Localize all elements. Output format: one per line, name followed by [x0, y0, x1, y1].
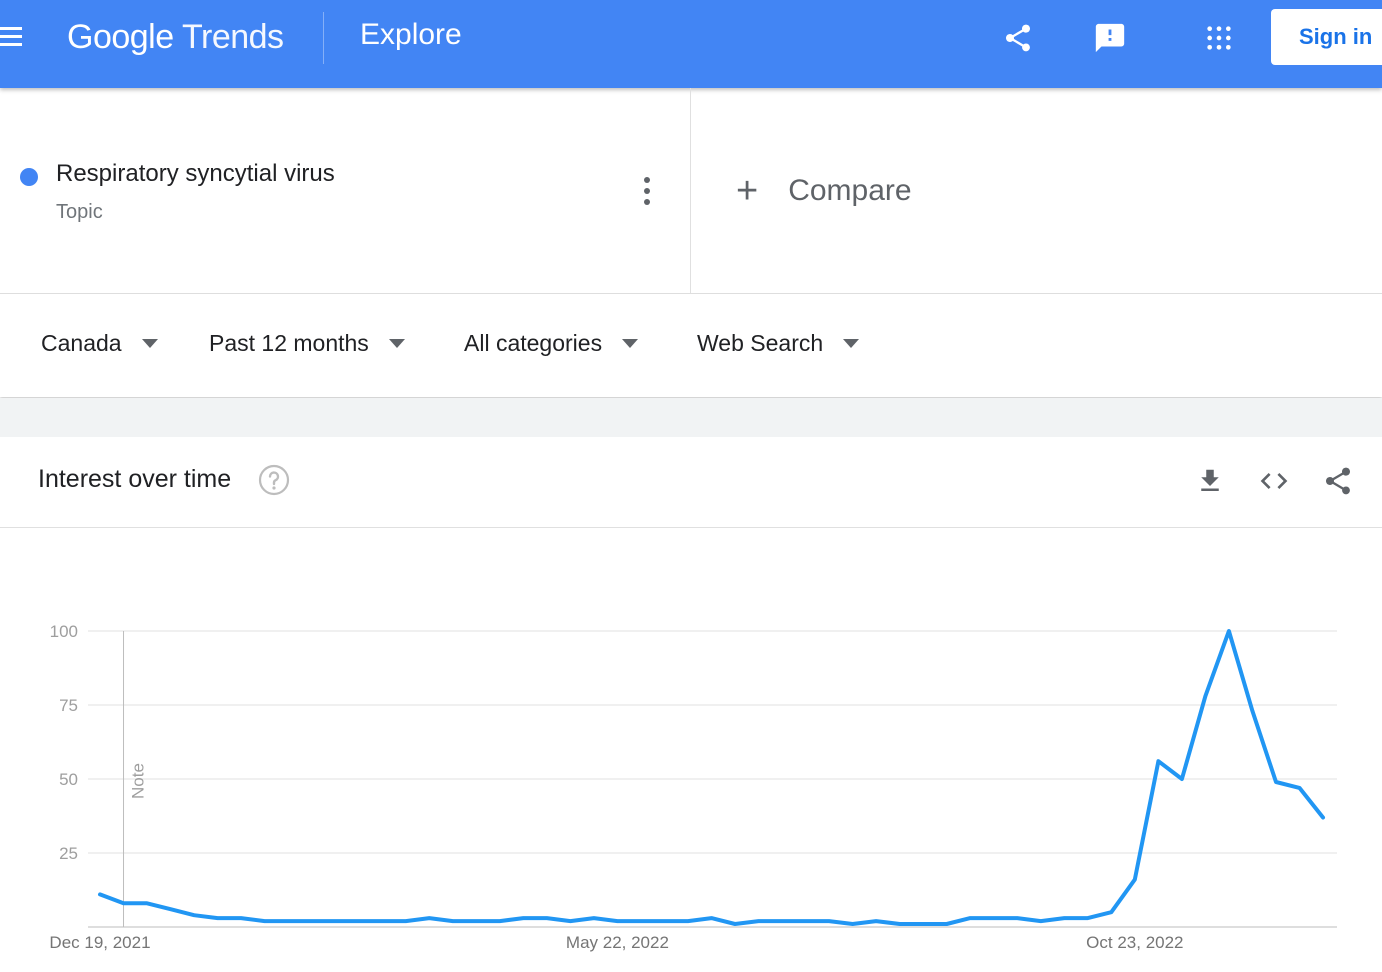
caret-down-icon	[141, 339, 158, 348]
note-label: Note	[129, 763, 148, 799]
x-tick-label: Oct 23, 2022	[1086, 933, 1183, 952]
y-tick-label: 25	[59, 844, 78, 863]
logo-trends: Trends	[181, 18, 284, 56]
page-title: Explore	[360, 18, 462, 51]
term-color-dot	[20, 168, 38, 186]
region-value: Canada	[41, 330, 122, 356]
share-icon[interactable]	[1000, 20, 1036, 56]
share-chart-icon[interactable]	[1320, 463, 1356, 499]
caret-down-icon	[388, 339, 405, 348]
feedback-icon[interactable]	[1092, 20, 1128, 56]
search-type-dropdown[interactable]: Web Search	[697, 330, 860, 357]
y-tick-label: 75	[59, 696, 78, 715]
x-tick-label: Dec 19, 2021	[49, 933, 150, 952]
card-divider	[0, 527, 1382, 528]
sign-in-button[interactable]: Sign in	[1271, 9, 1382, 65]
caret-down-icon	[622, 339, 639, 348]
y-tick-label: 50	[59, 770, 78, 789]
search-type-value: Web Search	[697, 330, 824, 356]
logo-google: Google	[67, 18, 174, 56]
term-type: Topic	[56, 201, 103, 223]
embed-code-icon[interactable]	[1256, 463, 1292, 499]
plus-icon: +	[736, 170, 759, 212]
time-range-value: Past 12 months	[209, 330, 369, 356]
card-title: Interest over time	[38, 465, 232, 493]
x-tick-label: May 22, 2022	[566, 933, 669, 952]
search-term-card[interactable]: Respiratory syncytial virus Topic	[0, 88, 691, 293]
interest-over-time-chart: 25 50 75 100 Note Dec 19, 2021 May 22, 2022 Oct…	[49, 622, 1337, 952]
top-app-bar: Google Trends Explore Sign in	[0, 0, 1382, 88]
category-dropdown[interactable]: All categories	[464, 330, 639, 357]
header-divider	[323, 12, 324, 64]
time-range-dropdown[interactable]: Past 12 months	[209, 330, 405, 357]
region-dropdown[interactable]: Canada	[41, 330, 158, 357]
compare-label: Compare	[788, 174, 912, 207]
filter-bar: Canada Past 12 months All categories Web…	[0, 294, 1382, 397]
compare-button[interactable]: + Compare	[736, 170, 912, 212]
y-tick-label: 100	[50, 622, 78, 641]
apps-grid-icon[interactable]	[1201, 20, 1237, 56]
caret-down-icon	[843, 339, 860, 348]
help-icon[interactable]	[258, 464, 290, 496]
google-trends-logo[interactable]: Google Trends	[67, 18, 284, 57]
section-separator	[0, 398, 1382, 437]
download-icon[interactable]	[1192, 463, 1228, 499]
search-terms-bar: Respiratory syncytial virus Topic + Comp…	[0, 88, 1382, 294]
category-value: All categories	[464, 330, 603, 356]
menu-icon[interactable]	[0, 27, 22, 47]
series-line	[98, 629, 1325, 926]
more-options-icon[interactable]	[634, 174, 660, 210]
term-name: Respiratory syncytial virus	[56, 160, 335, 187]
